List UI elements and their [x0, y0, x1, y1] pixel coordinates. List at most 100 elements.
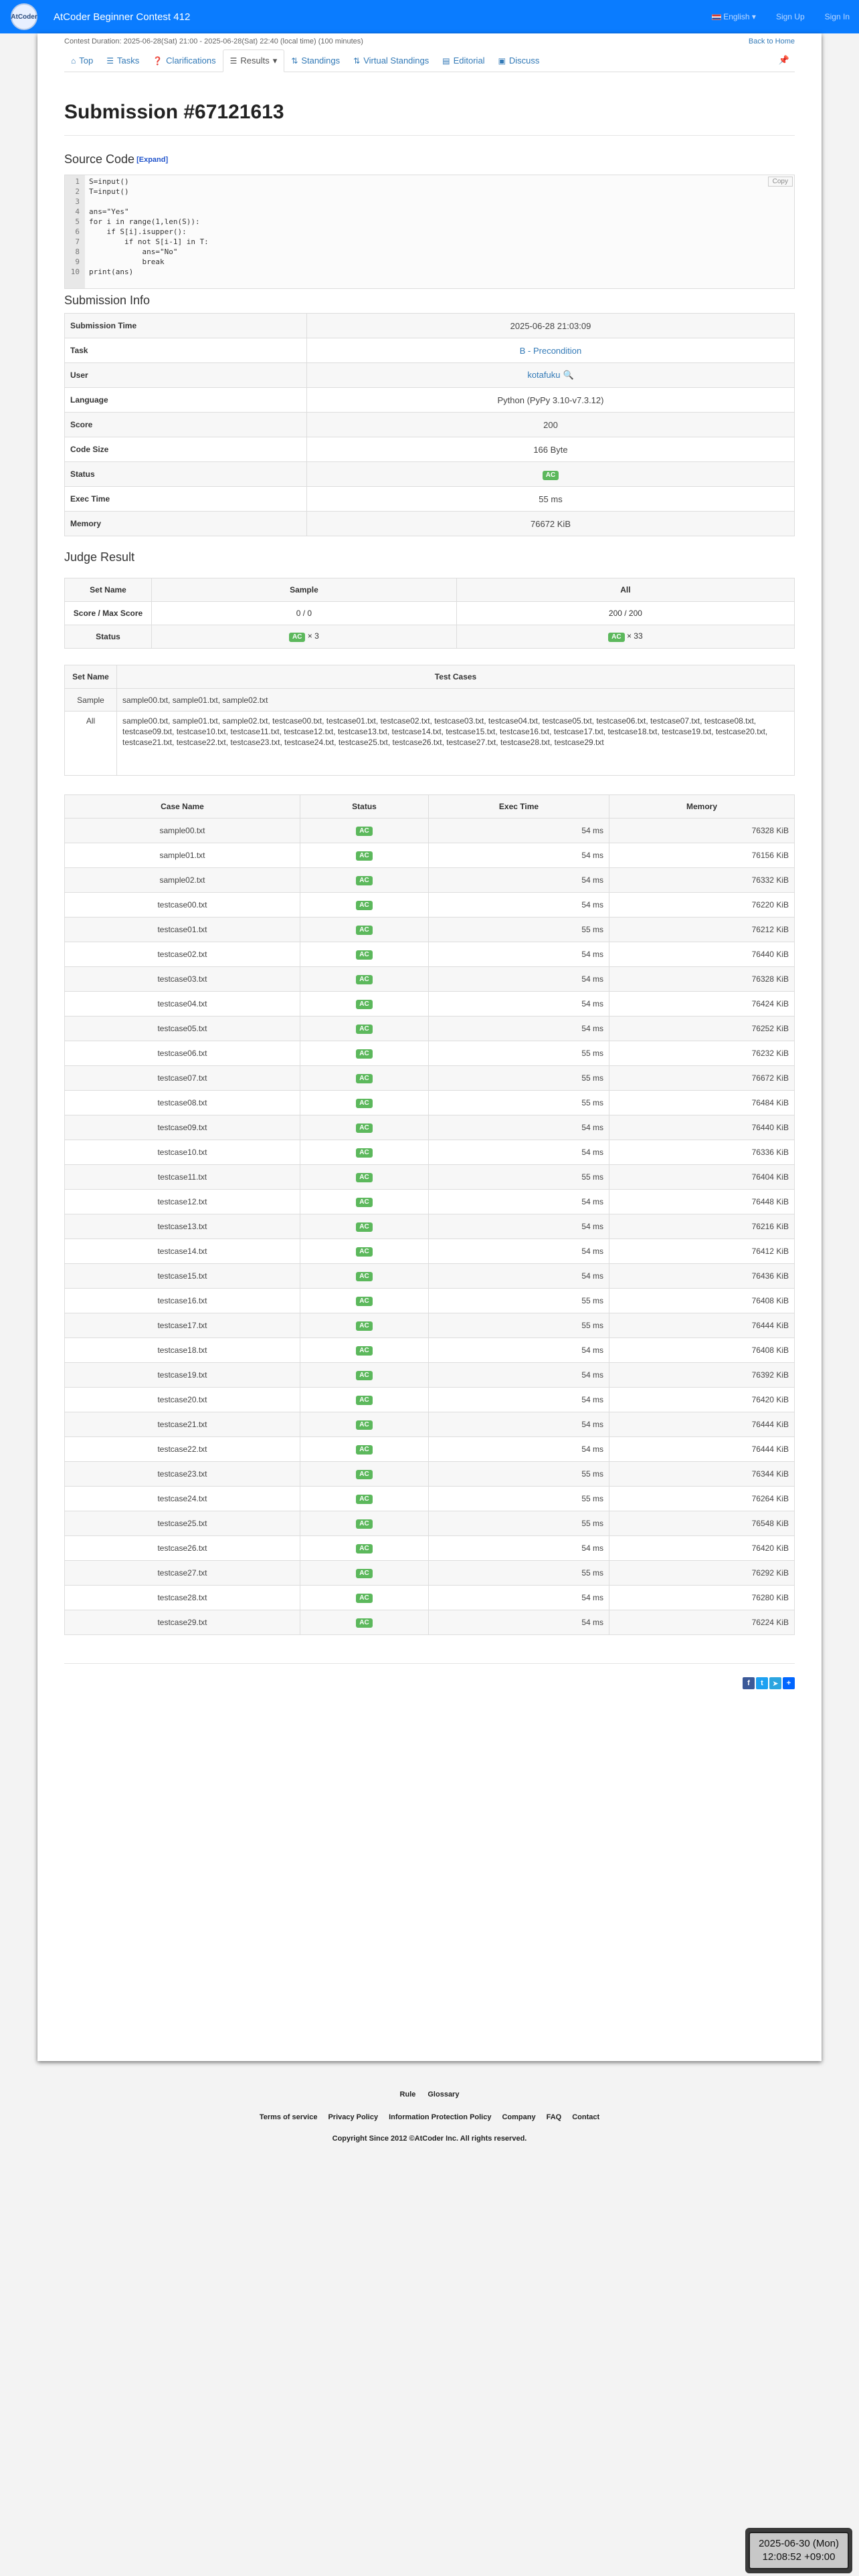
sign-in-link[interactable]: Sign In [825, 12, 850, 21]
table-row: testcase07.txt AC 55 ms 76672 KiB [64, 1065, 795, 1091]
case-name: testcase03.txt [64, 966, 300, 992]
status-badge: AC [356, 1445, 373, 1455]
memory: 76224 KiB [609, 1610, 795, 1635]
memory: 76292 KiB [609, 1560, 795, 1586]
pin-icon[interactable]: 📌 [779, 55, 789, 66]
caret-down-icon: ▾ [272, 55, 278, 66]
case-name: testcase01.txt [64, 917, 300, 942]
case-name: testcase13.txt [64, 1214, 300, 1239]
user-link[interactable]: kotafuku [527, 370, 560, 380]
table-row: testcase12.txt AC 54 ms 76448 KiB [64, 1189, 795, 1214]
copy-button[interactable]: Copy [767, 177, 793, 187]
code-line: 3 [65, 197, 794, 207]
footer-company-link[interactable]: Company [502, 2113, 535, 2121]
tab-tasks[interactable]: ☰ Tasks [100, 49, 146, 72]
exec-time: 54 ms [428, 1263, 609, 1289]
tab-virtual-standings[interactable]: ⇅ Virtual Standings [347, 49, 436, 72]
comment-icon: ▣ [498, 56, 506, 66]
footer-contact-link[interactable]: Contact [572, 2113, 599, 2121]
table-row: testcase21.txt AC 54 ms 76444 KiB [64, 1412, 795, 1437]
memory: 76440 KiB [609, 942, 795, 967]
memory: 76408 KiB [609, 1337, 795, 1363]
code-text: S=input() [89, 177, 129, 186]
exec-time: 55 ms [428, 1511, 609, 1536]
code-text: if not S[i-1] in T: [89, 237, 209, 246]
search-icon[interactable]: 🔍 [563, 370, 573, 380]
status-badge: AC [356, 1000, 373, 1009]
line-number: 9 [75, 257, 80, 266]
exec-time: 55 ms [428, 1288, 609, 1313]
facebook-icon[interactable]: f [743, 1677, 755, 1689]
info-row-user: User kotafuku 🔍 [64, 362, 795, 388]
case-name: testcase25.txt [64, 1511, 300, 1536]
memory: 76484 KiB [609, 1090, 795, 1115]
language-dropdown[interactable]: English ▾ [712, 12, 756, 21]
exec-time: 54 ms [428, 867, 609, 893]
tab-clarifications[interactable]: ❓ Clarifications [146, 49, 222, 72]
status-badge: AC [356, 1222, 373, 1232]
expand-link[interactable]: [Expand] [136, 156, 168, 164]
case-name: testcase12.txt [64, 1189, 300, 1214]
info-row-memory: Memory 76672 KiB [64, 511, 795, 536]
back-home-link[interactable]: Back to Home [749, 37, 795, 49]
status-badge: AC [356, 1099, 373, 1108]
source-code-block[interactable]: 1 S=input() 2 T=input() 3 4 ans="Yes" 5 for i in… [64, 175, 795, 289]
status-badge: AC [356, 1470, 373, 1479]
footer-rule-link[interactable]: Rule [400, 2090, 416, 2099]
footer-terms-link[interactable]: Terms of service [260, 2113, 318, 2121]
code-text: if S[i].isupper(): [89, 227, 187, 236]
status-badge: AC [356, 1123, 373, 1133]
info-row-task: Task B - Precondition [64, 338, 795, 363]
table-row: sample00.txt AC 54 ms 76328 KiB [64, 818, 795, 843]
exec-time: 54 ms [428, 1140, 609, 1165]
case-name: testcase16.txt [64, 1288, 300, 1313]
clock-time: 12:08:52 +09:00 [762, 2551, 836, 2563]
footer-faq-link[interactable]: FAQ [547, 2113, 562, 2121]
status-badge: AC [608, 633, 625, 642]
exec-time: 55 ms [428, 1486, 609, 1511]
table-row: testcase16.txt AC 55 ms 76408 KiB [64, 1288, 795, 1313]
memory: 76672 KiB [609, 1065, 795, 1091]
contest-title-link[interactable]: AtCoder Beginner Contest 412 [54, 11, 190, 23]
footer-glossary-link[interactable]: Glossary [427, 2090, 459, 2099]
line-number: 10 [70, 267, 80, 276]
case-name: testcase02.txt [64, 942, 300, 967]
table-row: testcase27.txt AC 55 ms 76292 KiB [64, 1560, 795, 1586]
divider [64, 135, 795, 136]
atcoder-logo[interactable]: AtCoder [11, 3, 37, 30]
task-link[interactable]: B - Precondition [520, 346, 582, 356]
status-badge: AC [356, 1321, 373, 1331]
twitter-icon[interactable]: t [756, 1677, 768, 1689]
footer: Rule Glossary Terms of service Privacy P… [0, 2090, 859, 2143]
footer-info-protection-link[interactable]: Information Protection Policy [389, 2113, 491, 2121]
memory: 76156 KiB [609, 843, 795, 868]
status-badge: AC [356, 1371, 373, 1380]
main-content: Contest Duration: 2025-06-28(Sat) 21:00 … [64, 33, 795, 1689]
info-row-score: Score 200 [64, 412, 795, 437]
table-row: testcase00.txt AC 54 ms 76220 KiB [64, 892, 795, 918]
tab-discuss[interactable]: ▣ Discuss [492, 49, 547, 72]
clock-widget: 2025-06-30 (Mon) 12:08:52 +09:00 [745, 2528, 852, 2573]
code-line: 6 if S[i].isupper(): [65, 227, 794, 237]
status-badge: AC [356, 1519, 373, 1529]
status-badge: AC [356, 1569, 373, 1578]
table-row: sample02.txt AC 54 ms 76332 KiB [64, 867, 795, 893]
tab-editorial[interactable]: ▤ Editorial [436, 49, 491, 72]
exec-time: 55 ms [428, 917, 609, 942]
tab-results[interactable]: ☰ Results ▾ [222, 49, 285, 72]
exec-time: 55 ms [428, 1065, 609, 1091]
sign-up-link[interactable]: Sign Up [776, 12, 805, 21]
case-name: testcase24.txt [64, 1486, 300, 1511]
case-name: sample02.txt [64, 867, 300, 893]
tab-standings[interactable]: ⇅ Standings [284, 49, 347, 72]
status-badge: AC [356, 1272, 373, 1281]
case-name: testcase00.txt [64, 892, 300, 918]
tab-top[interactable]: ⌂ Top [64, 49, 100, 72]
memory-value: 76672 KiB [306, 511, 795, 536]
code-line: 1 S=input() [65, 177, 794, 187]
share-plus-icon[interactable]: + [783, 1677, 795, 1689]
footer-privacy-link[interactable]: Privacy Policy [328, 2113, 378, 2121]
telegram-icon[interactable]: ➤ [769, 1677, 781, 1689]
judge-result-table: Set Name Sample All Score / Max Score 0 … [64, 578, 795, 649]
